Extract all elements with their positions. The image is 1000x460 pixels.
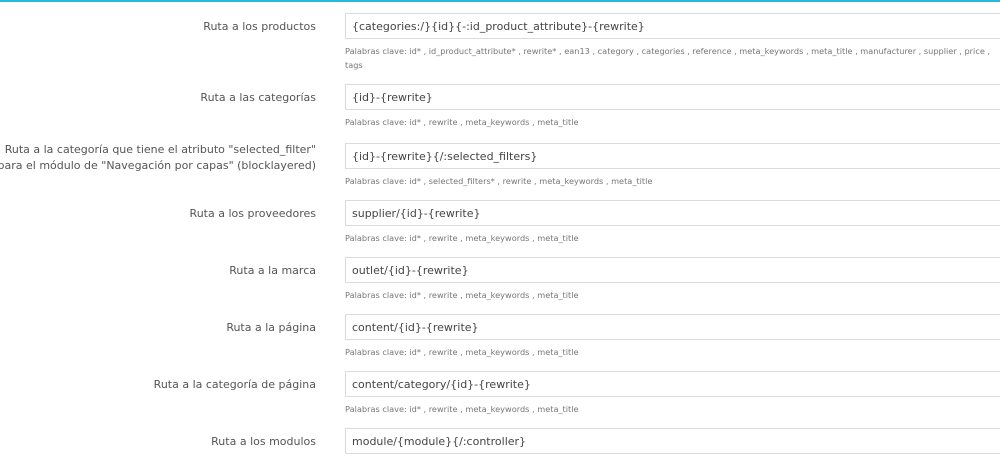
route-label: Ruta a la página — [226, 321, 316, 334]
route-label: Ruta a la marca — [229, 264, 316, 277]
route-help: Palabras clave: id* , rewrite , meta_key… — [345, 290, 579, 300]
route-help: Palabras clave: id* , rewrite , meta_key… — [345, 233, 579, 243]
route-label: Ruta a los productos — [203, 20, 316, 33]
route-help: Palabras clave: id* , id_product_attribu… — [345, 46, 991, 70]
route-brand-input[interactable] — [345, 257, 1000, 283]
route-help: Palabras clave: id* , rewrite , meta_key… — [345, 117, 579, 127]
route-label: Ruta a los proveedores — [189, 207, 316, 220]
route-label: Ruta a la categoría de página — [153, 378, 316, 391]
route-page-category-input[interactable] — [345, 371, 1000, 397]
top-accent-border — [0, 0, 1000, 2]
route-layered-category-input[interactable] — [345, 143, 1000, 169]
route-help: Palabras clave: id* , rewrite , meta_key… — [345, 404, 579, 414]
route-modules-input[interactable] — [345, 428, 1000, 454]
route-label: Ruta a la categoría que tiene el atribut… — [0, 143, 316, 172]
route-suppliers-input[interactable] — [345, 200, 1000, 226]
route-help: Palabras clave: id* , rewrite , meta_key… — [345, 347, 579, 357]
route-label: Ruta a las categorías — [200, 91, 316, 104]
route-page-input[interactable] — [345, 314, 1000, 340]
route-label: Ruta a los modulos — [211, 435, 316, 448]
route-products-input[interactable] — [345, 13, 1000, 39]
route-categories-input[interactable] — [345, 84, 1000, 110]
route-help: Palabras clave: id* , selected_filters* … — [345, 176, 653, 186]
